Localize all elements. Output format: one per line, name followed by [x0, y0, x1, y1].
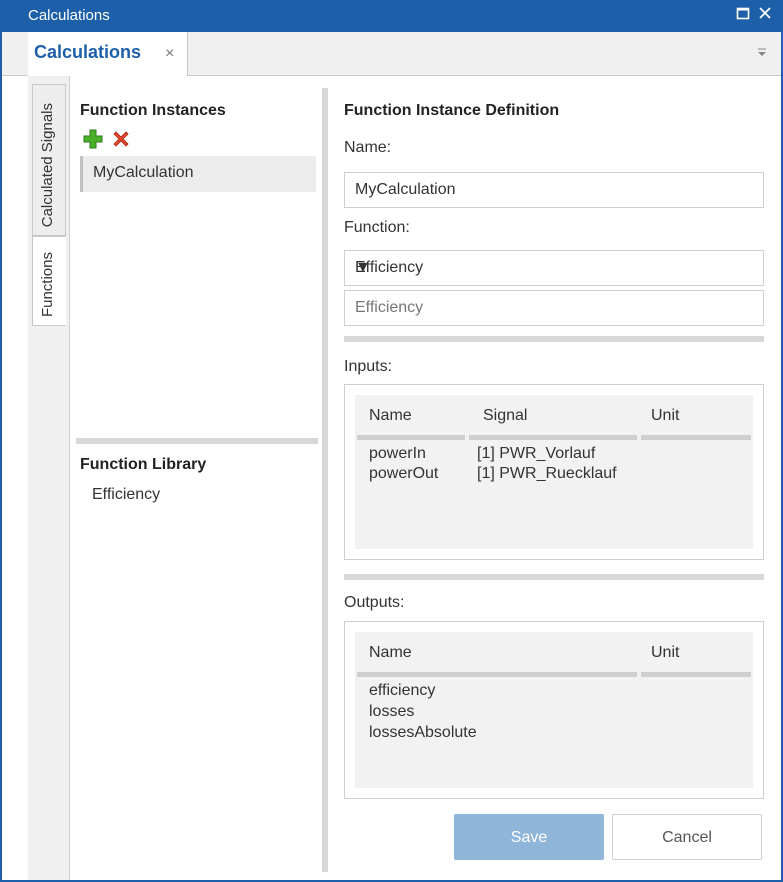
tab-functions-label: Functions — [39, 251, 56, 317]
outputs-grid-body: Name Unit efficiency losses lossesAbsolu… — [355, 632, 753, 788]
function-label: Function: — [344, 219, 410, 236]
outputs-grid[interactable]: Name Unit efficiency losses lossesAbsolu… — [344, 621, 764, 799]
table-cell[interactable]: [1] PWR_Vorlauf — [477, 445, 595, 463]
function-select[interactable]: Efficiency ▼ — [344, 250, 764, 286]
table-cell[interactable]: efficiency — [369, 682, 435, 700]
definition-splitter-1[interactable] — [344, 336, 764, 342]
inputs-header-underline — [469, 435, 637, 440]
tab-calculated-signals-label: Calculated Signals — [39, 102, 56, 227]
function-instances-title: Function Instances — [80, 102, 226, 119]
name-field-value: MyCalculation — [355, 181, 456, 198]
delete-icon[interactable] — [110, 128, 132, 150]
tab-calculations-label: Calculations — [34, 42, 142, 62]
add-icon[interactable] — [82, 128, 104, 150]
table-cell[interactable]: losses — [369, 703, 414, 721]
function-description: Efficiency — [344, 290, 764, 326]
library-list-item[interactable]: Efficiency — [92, 486, 160, 504]
tab-close-icon[interactable]: × — [165, 45, 174, 63]
close-icon[interactable] — [758, 6, 772, 25]
window-title: Calculations — [28, 7, 110, 24]
name-label: Name: — [344, 139, 392, 156]
function-library-title: Function Library — [80, 456, 207, 473]
inputs-header-name[interactable]: Name — [369, 407, 412, 425]
left-horizontal-splitter[interactable] — [76, 438, 318, 444]
instance-list-item[interactable]: MyCalculation — [80, 156, 316, 192]
tab-calculations[interactable]: Calculations × — [28, 32, 188, 76]
definition-title: Function Instance Definition — [344, 102, 560, 119]
outputs-header-underline — [641, 672, 751, 677]
inputs-grid-body: Name Signal Unit powerIn [1] PWR_Vorlauf… — [355, 395, 753, 549]
function-description-text: Efficiency — [355, 299, 424, 316]
table-cell[interactable]: powerOut — [369, 465, 438, 483]
table-cell[interactable]: lossesAbsolute — [369, 724, 477, 742]
outputs-header-unit[interactable]: Unit — [651, 644, 679, 662]
right-pane: Function Instance Definition Name: MyCal… — [328, 76, 781, 880]
name-field[interactable]: MyCalculation — [344, 172, 764, 208]
side-tab-strip: Calculated Signals Functions — [28, 76, 70, 880]
inputs-header-signal[interactable]: Signal — [483, 407, 527, 425]
calculations-window: Calculations Calculations × Calculated S… — [0, 0, 783, 882]
inputs-header-underline — [357, 435, 465, 440]
document-tab-strip: Calculations × — [2, 32, 781, 76]
title-bar[interactable]: Calculations — [2, 0, 781, 32]
tab-calculated-signals[interactable]: Calculated Signals — [32, 84, 66, 236]
table-cell[interactable]: powerIn — [369, 445, 426, 463]
window-body: Calculations Calculations × Calculated S… — [2, 0, 781, 880]
instance-item-label: MyCalculation — [93, 164, 194, 181]
outputs-header-underline — [357, 672, 637, 677]
inputs-header-unit[interactable]: Unit — [651, 407, 679, 425]
definition-splitter-2[interactable] — [344, 574, 764, 580]
save-button[interactable]: Save — [454, 814, 604, 860]
inputs-header-underline — [641, 435, 751, 440]
inputs-grid[interactable]: Name Signal Unit powerIn [1] PWR_Vorlauf… — [344, 384, 764, 560]
left-pane: Function Instances MyCalculation Functio… — [70, 76, 322, 880]
inputs-label: Inputs: — [344, 358, 393, 375]
outputs-label: Outputs: — [344, 594, 405, 611]
tab-list-dropdown-icon[interactable] — [757, 46, 767, 60]
chevron-down-icon[interactable]: ▼ — [355, 259, 753, 277]
cancel-button[interactable]: Cancel — [612, 814, 762, 860]
maximize-icon[interactable] — [736, 6, 750, 25]
table-cell[interactable]: [1] PWR_Ruecklauf — [477, 465, 617, 483]
outputs-header-name[interactable]: Name — [369, 644, 412, 662]
tab-functions[interactable]: Functions — [32, 236, 66, 326]
